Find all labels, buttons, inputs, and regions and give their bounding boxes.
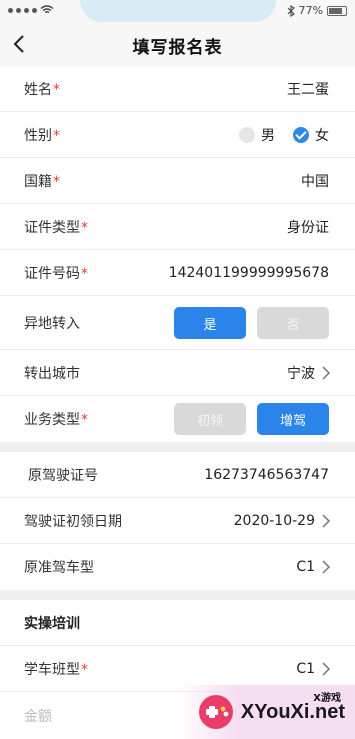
status-notch: [80, 0, 276, 22]
transfer-row: 异地转入 是 否: [0, 296, 355, 350]
chevron-right-icon: [322, 560, 331, 574]
gender-male-radio[interactable]: 男: [239, 125, 275, 145]
first-issue-date-label: 驾驶证初领日期: [24, 513, 122, 530]
transfer-no-button[interactable]: 否: [257, 307, 329, 339]
radio-off-icon: [239, 126, 255, 143]
chevron-right-icon: [322, 365, 331, 380]
practice-header-row: 实操培训: [0, 600, 355, 646]
amount-label: 金额: [24, 708, 52, 725]
battery-percent: 77%: [298, 4, 323, 17]
practice-section-title: 实操培训: [24, 615, 80, 632]
status-bar: 77%: [0, 0, 355, 24]
back-arrow-icon[interactable]: [8, 32, 32, 56]
name-label: 姓名*: [24, 81, 60, 98]
first-issue-date-value: 2020-10-29: [233, 512, 315, 529]
id-type-row[interactable]: 证件类型* 身份证: [0, 204, 355, 250]
name-row[interactable]: 姓名* 王二蛋: [0, 66, 355, 112]
business-type-label: 业务类型*: [24, 412, 88, 428]
bluetooth-icon: [287, 4, 295, 17]
first-issue-date-row[interactable]: 驾驶证初领日期 2020-10-29: [0, 498, 355, 544]
gender-row: 性别* 男 女: [0, 112, 355, 158]
signal-indicator: [8, 5, 54, 15]
wifi-icon: [40, 5, 54, 14]
business-type-row: 业务类型* 初领 增驾: [0, 396, 355, 442]
watermark-sub: X游戏: [313, 693, 341, 704]
name-value: 王二蛋: [287, 81, 329, 98]
license-no-value: 16273746563747: [204, 466, 329, 483]
id-type-label: 证件类型*: [24, 219, 88, 236]
nationality-row[interactable]: 国籍* 中国: [0, 158, 355, 204]
transfer-yes-button[interactable]: 是: [174, 307, 246, 339]
business-add-button[interactable]: 增驾: [257, 403, 329, 435]
class-type-label: 学车班型*: [24, 661, 88, 678]
license-no-row[interactable]: 原驾驶证号 16273746563747: [0, 452, 355, 498]
site-watermark: XYouXi.net X游戏: [175, 685, 355, 739]
license-class-label: 原准驾车型: [24, 560, 94, 576]
radio-checked-icon: [293, 126, 309, 143]
from-city-label: 转出城市: [24, 365, 80, 382]
transfer-label: 异地转入: [24, 315, 80, 332]
battery-icon: [327, 5, 347, 16]
status-right: 77%: [287, 4, 347, 17]
nav-bar: 填写报名表: [0, 24, 355, 66]
class-type-value: C1: [296, 660, 315, 677]
nationality-value: 中国: [301, 173, 329, 190]
gender-radio-group: 男 女: [239, 125, 329, 145]
license-class-value: C1: [296, 559, 315, 575]
section-divider: [0, 442, 355, 452]
license-no-label: 原驾驶证号: [28, 467, 98, 484]
nationality-label: 国籍*: [24, 173, 60, 190]
business-first-button[interactable]: 初领: [174, 403, 246, 435]
page-title: 填写报名表: [132, 37, 223, 58]
chevron-right-icon: [322, 661, 331, 676]
gamepad-logo-icon: [198, 695, 233, 729]
id-number-row[interactable]: 证件号码* 142401199999995678: [0, 250, 355, 296]
license-class-row[interactable]: 原准驾车型 C1: [0, 544, 355, 590]
from-city-row[interactable]: 转出城市 宁波: [0, 350, 355, 396]
from-city-value: 宁波: [287, 365, 315, 382]
id-type-value: 身份证: [287, 219, 329, 236]
id-number-label: 证件号码*: [24, 265, 88, 282]
chevron-right-icon: [322, 513, 331, 528]
id-number-value: 142401199999995678: [168, 264, 329, 281]
gender-label: 性别*: [24, 127, 60, 144]
section-divider: [0, 590, 355, 600]
gender-female-radio[interactable]: 女: [293, 125, 329, 145]
